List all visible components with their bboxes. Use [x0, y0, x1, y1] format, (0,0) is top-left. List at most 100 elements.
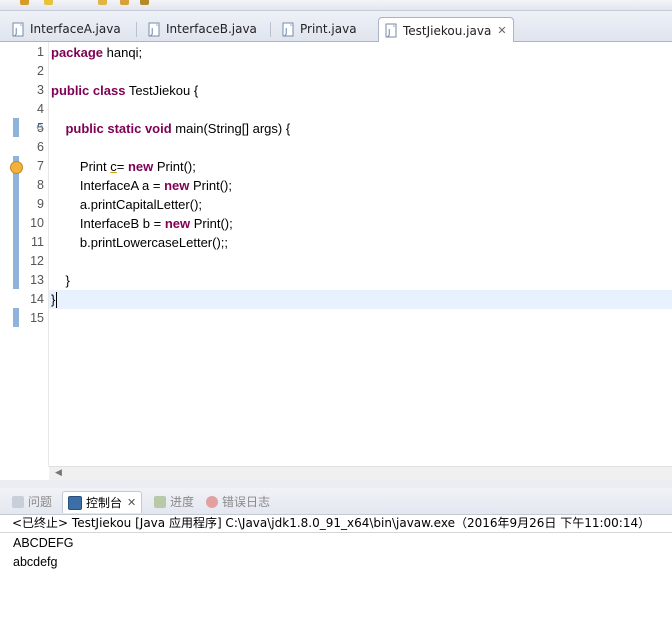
console-output[interactable]: ABCDEFG abcdefg — [0, 533, 672, 634]
code-token: main(String[] args) { — [171, 121, 291, 136]
line-number: 10 — [30, 216, 44, 230]
java-file-icon: J — [385, 23, 399, 38]
line-number: 11 — [31, 235, 44, 249]
svg-text:J: J — [150, 27, 153, 36]
line-number: 7 — [37, 159, 44, 173]
code-line: public class TestJiekou { — [51, 81, 198, 100]
java-file-icon: J — [148, 22, 162, 37]
line-number: 2 — [37, 64, 44, 78]
tab-print[interactable]: J Print.java — [282, 18, 357, 40]
keyword: void — [144, 121, 172, 136]
line-number: 8 — [37, 178, 44, 192]
toolbar-icon[interactable] — [120, 0, 129, 5]
scroll-left-icon[interactable]: ◀ — [55, 468, 62, 478]
svg-text:J: J — [284, 27, 287, 36]
error-log-icon — [206, 495, 218, 508]
line-number: 4 — [37, 102, 44, 116]
line-number: 1 — [37, 45, 44, 59]
svg-text:J: J — [14, 27, 17, 36]
line-number: 15 — [30, 311, 44, 325]
panel-tab-bar: 问题 控制台 ✕ 进度 错误日志 — [0, 488, 672, 515]
line-number: 6 — [37, 140, 44, 154]
tab-label: InterfaceB.java — [166, 22, 257, 36]
line-number: 13 — [30, 273, 44, 287]
code-token: Print — [51, 159, 111, 174]
main-toolbar — [0, 0, 672, 11]
tab-testjiekou[interactable]: J TestJiekou.java ✕ — [378, 17, 514, 43]
code-line: } — [51, 290, 55, 309]
code-token: b.printLowercaseLetter();; — [51, 235, 229, 250]
text-cursor — [56, 292, 57, 308]
tab-separator — [136, 22, 137, 37]
code-token: Print(); — [190, 216, 233, 231]
tab-label: 控制台 — [86, 496, 123, 510]
toolbar-icon[interactable] — [44, 0, 53, 5]
tab-console[interactable]: 控制台 ✕ — [62, 491, 143, 513]
code-token: Print(); — [153, 159, 196, 174]
toolbar-icon[interactable] — [140, 0, 149, 5]
line-number: 3 — [37, 83, 44, 97]
fold-icon[interactable]: ⊖ — [36, 123, 44, 133]
keyword: package — [51, 45, 104, 60]
keyword: class — [92, 83, 126, 98]
keyword: new — [127, 159, 154, 174]
code-line: a.printCapitalLetter(); — [51, 195, 202, 214]
code-token: InterfaceB b = — [51, 216, 165, 231]
tab-label: Print.java — [300, 22, 357, 36]
code-line: package hanqi; — [51, 43, 142, 62]
tab-label: TestJiekou.java — [403, 23, 492, 38]
line-number: 14 — [30, 292, 44, 306]
tab-problems[interactable]: 问题 — [12, 491, 52, 512]
keyword: public — [51, 83, 90, 98]
tab-label: 问题 — [28, 495, 53, 509]
tab-separator — [270, 22, 271, 37]
current-line-highlight — [49, 290, 672, 309]
gutter-divider — [48, 42, 49, 467]
line-number: 9 — [37, 197, 44, 211]
code-token: hanqi; — [103, 45, 143, 60]
close-icon[interactable]: ✕ — [127, 496, 136, 509]
editor-tab-bar: J InterfaceA.java J InterfaceB.java J Pr… — [0, 11, 672, 43]
console-output-line: abcdefg — [13, 555, 58, 569]
line-number-ruler: 1 2 3 4 5 6 7 8 9 10 11 12 13 14 15 — [22, 42, 48, 480]
code-token: a.printCapitalLetter(); — [51, 197, 203, 212]
code-editor[interactable]: 1 2 3 4 5 6 7 8 9 10 11 12 13 14 15 package hanqi; publ… — [8, 42, 672, 481]
svg-text:J: J — [387, 28, 390, 37]
problems-icon — [12, 495, 24, 508]
code-line: InterfaceB b = new Print(); — [51, 214, 233, 233]
tab-error-log[interactable]: 错误日志 — [206, 491, 270, 512]
tab-progress[interactable]: 进度 — [154, 491, 194, 512]
toolbar-icon[interactable] — [98, 0, 107, 5]
code-token: InterfaceA a = — [51, 178, 165, 193]
progress-icon — [154, 495, 166, 508]
console-header: <已终止> TestJiekou [Java 应用程序] C:\Java\jdk… — [0, 515, 672, 533]
line-number: 12 — [30, 254, 44, 268]
java-file-icon: J — [12, 22, 26, 37]
panel-divider[interactable] — [0, 480, 672, 488]
code-line: Print c= new Print(); — [51, 157, 196, 176]
code-token: } — [51, 273, 70, 288]
code-line: public static void main(String[] args) { — [51, 119, 290, 138]
code-token: = — [116, 159, 128, 174]
code-token: TestJiekou { — [125, 83, 199, 98]
tab-label: InterfaceA.java — [30, 22, 121, 36]
console-output-line: ABCDEFG — [13, 536, 74, 550]
tab-interfaceb[interactable]: J InterfaceB.java — [148, 18, 257, 40]
code-line: } — [51, 271, 70, 290]
tab-label: 错误日志 — [222, 495, 271, 509]
toolbar-icon[interactable] — [20, 0, 29, 5]
close-icon[interactable]: ✕ — [497, 24, 506, 37]
console-icon — [68, 495, 82, 510]
horizontal-scrollbar[interactable]: ◀ — [49, 466, 672, 481]
java-file-icon: J — [282, 22, 296, 37]
keyword: public — [65, 121, 104, 136]
tab-label: 进度 — [170, 495, 195, 509]
tab-interfacea[interactable]: J InterfaceA.java — [12, 18, 121, 40]
code-token: Print(); — [189, 178, 233, 193]
code-line: b.printLowercaseLetter();; — [51, 233, 228, 252]
code-line: InterfaceA a = new Print(); — [51, 176, 232, 195]
keyword: static — [107, 121, 142, 136]
keyword: new — [164, 178, 190, 193]
keyword: new — [164, 216, 191, 231]
